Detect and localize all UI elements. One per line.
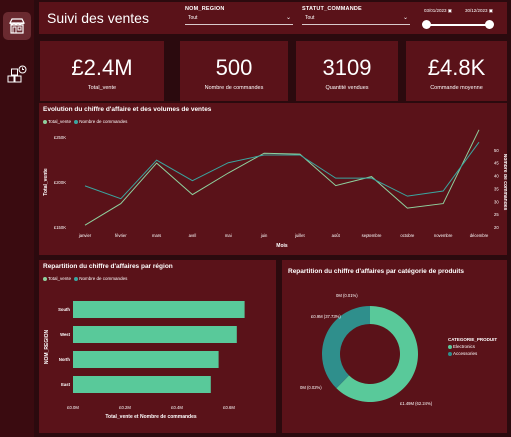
boxes-icon [7, 65, 27, 83]
kpi-label: Total_vente [87, 85, 117, 91]
date-start[interactable]: 03/01/2023 ▣ [424, 8, 452, 14]
kpi-value: 500 [215, 55, 253, 80]
legend-label: Accessories [453, 351, 478, 356]
calendar-icon: ▣ [488, 8, 494, 13]
kpi-label: Commande moyenne [430, 85, 483, 91]
date-end[interactable]: 30/12/2023 ▣ [465, 8, 493, 14]
date-end-text: 30/12/2023 [465, 8, 488, 13]
x-tick-label: juillet [294, 233, 305, 238]
y2-tick-label: 20 [494, 225, 499, 230]
y2-tick-label: 35 [494, 186, 499, 191]
data-label: 0M (0.01%) [336, 293, 358, 298]
nav-products-button[interactable] [3, 60, 31, 88]
y-tick-label: £250K [54, 135, 66, 140]
y-axis-title: Total_vente [43, 168, 49, 196]
y-tick-label: West [60, 332, 71, 337]
date-slider-end-handle[interactable] [485, 20, 494, 29]
bar-chart: South West North East £0.0M £0.2M £0.4M £0.6M To… [44, 301, 245, 420]
bar-north [73, 351, 219, 368]
bar-south [73, 301, 245, 318]
chevron-down-icon: ⌄ [285, 15, 291, 21]
kpi-value: 3109 [322, 55, 372, 80]
data-label: 0M (0.02%) [300, 385, 322, 390]
x-tick-label: £0.4M [171, 405, 183, 410]
date-slider-track[interactable] [427, 24, 489, 26]
statut-filter: STATUT_COMMANDE Tout ⌄ [302, 6, 410, 25]
x-tick-label: mai [225, 233, 232, 238]
legend-label: Electronics [453, 344, 476, 349]
x-tick-label: septembre [362, 233, 382, 238]
region-filter-label: NOM_REGION [185, 6, 225, 12]
x-tick-label: janvier [78, 233, 92, 238]
kpi-value: £4.8K [427, 55, 486, 80]
x-tick-label: £0.2M [119, 405, 131, 410]
x-tick-label: mars [152, 233, 161, 238]
y2-tick-label: 30 [494, 199, 499, 204]
bar-east [73, 376, 211, 393]
y-tick-label: £200K [54, 180, 66, 185]
x-tick-label: août [332, 233, 341, 238]
donut-legend: CATEGORIE_PRODUIT Electronics Accessorie… [448, 336, 497, 357]
y-tick-label: North [59, 357, 71, 362]
x-tick-label: février [115, 233, 127, 238]
sidebar [0, 0, 34, 437]
kpi-label: Nombre de commandes [204, 85, 264, 91]
statut-select[interactable]: Tout ⌄ [302, 15, 410, 25]
y-tick-label: £150K [54, 225, 66, 230]
donut-legend-title: CATEGORIE_PRODUIT [448, 337, 498, 342]
region-filter: NOM_REGION Tout ⌄ [185, 6, 293, 25]
x-tick-label: décembre [470, 233, 489, 238]
x-tick-label: octobre [400, 233, 415, 238]
kpi-card-total-vente: £2.4M Total_vente [40, 41, 164, 101]
y2-tick-label: 50 [494, 148, 499, 153]
statut-filter-label: STATUT_COMMANDE [302, 6, 362, 12]
calendar-icon: ▣ [447, 8, 453, 13]
statut-select-value: Tout [305, 15, 315, 21]
x-tick-label: avril [189, 233, 197, 238]
kpi-card-commandes: 500 Nombre de commandes [180, 41, 288, 101]
y2-axis-title: Nombre de commandes [502, 154, 507, 211]
storefront-icon [9, 18, 25, 34]
kpi-card-commande-moyenne: £4.8K Commande moyenne [406, 41, 507, 101]
y2-tick-label: 40 [494, 174, 499, 179]
x-axis-title: Mois [276, 243, 288, 249]
y-tick-label: East [61, 382, 70, 387]
kpi-value: £2.4M [71, 55, 133, 80]
date-slider-start-handle[interactable] [422, 20, 431, 29]
chevron-down-icon: ⌄ [402, 15, 408, 21]
data-label: £0.9M (37.73%) [311, 314, 341, 319]
bar-west [73, 326, 237, 343]
nav-store-button[interactable] [3, 12, 31, 40]
kpi-label: Quantité vendues [325, 85, 369, 91]
page-title: Suivi des ventes [47, 10, 149, 26]
y-axis-title: NOM_REGION [44, 330, 50, 365]
series-line-commandes [84, 141, 480, 200]
x-tick-label: £0.0M [67, 405, 79, 410]
y2-tick-label: 25 [494, 212, 499, 217]
legend-item-electronics[interactable]: Electronics [448, 343, 497, 350]
x-tick-label: novembre [434, 233, 453, 238]
line-chart: janvier février mars avril mai juin juillet aoû… [43, 129, 507, 249]
x-tick-label: £0.6M [223, 405, 235, 410]
bar-chart-panel: Repartition du chiffre d'affaires par ré… [39, 260, 276, 433]
legend-item-accessories[interactable]: Accessories [448, 350, 497, 357]
series-line-total-vente [84, 129, 480, 226]
donut-chart-panel: Repartition du chiffre d'affaires par ca… [282, 260, 507, 433]
line-chart-panel: Evolution du chiffre d'affaire et des vo… [39, 103, 507, 255]
date-start-text: 03/01/2023 [424, 8, 447, 13]
kpi-card-quantite: 3109 Quantité vendues [296, 41, 398, 101]
x-axis-title: Total_vente et Nombre de commandes [105, 414, 197, 420]
region-select[interactable]: Tout ⌄ [185, 15, 293, 25]
data-label: £1.49M (62.24%) [400, 401, 433, 406]
x-tick-label: juin [260, 233, 268, 238]
header: Suivi des ventes NOM_REGION Tout ⌄ STATU… [39, 2, 507, 34]
y2-tick-label: 45 [494, 161, 499, 166]
region-select-value: Tout [188, 15, 198, 21]
y-tick-label: South [58, 307, 70, 312]
